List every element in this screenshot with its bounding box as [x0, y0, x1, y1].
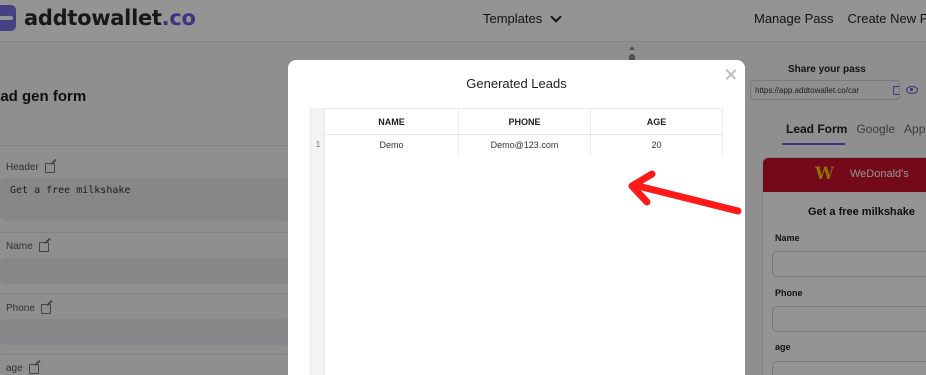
cell-age: 20	[591, 135, 723, 155]
close-icon[interactable]	[725, 68, 737, 80]
table-header: NAME PHONE AGE	[325, 108, 723, 135]
column-header-age[interactable]: AGE	[591, 109, 723, 134]
column-header-name[interactable]: NAME	[325, 109, 459, 134]
column-header-phone[interactable]: PHONE	[459, 109, 591, 134]
cell-name: Demo	[325, 135, 459, 155]
cell-phone: Demo@123.com	[459, 135, 591, 155]
leads-table: NAME PHONE AGE 1 Demo Demo@123.com 20	[310, 108, 723, 375]
modal-title: Generated Leads	[466, 76, 567, 91]
row-number: 1	[315, 140, 321, 149]
table-row[interactable]: Demo Demo@123.com 20	[325, 135, 723, 155]
annotation-arrow	[628, 170, 742, 215]
